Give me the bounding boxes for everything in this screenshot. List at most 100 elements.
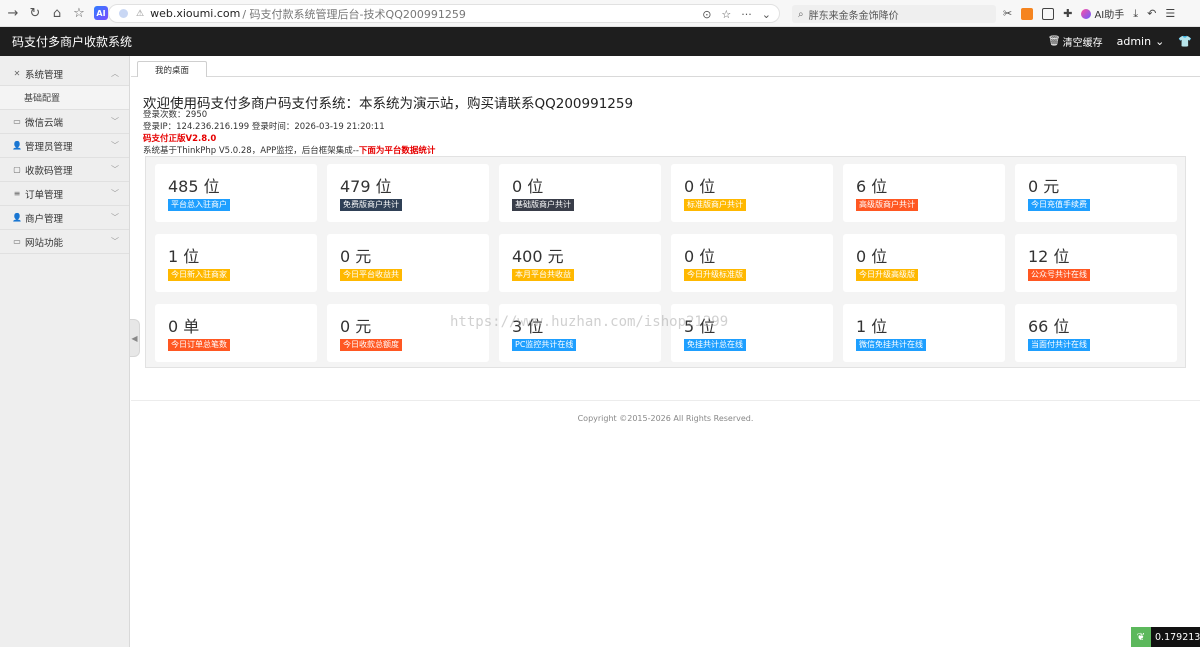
debug-timer[interactable]: ❦ 0.179213s [1131, 627, 1200, 647]
theme-shirt-icon[interactable]: 👕 [1178, 35, 1192, 48]
dropdown-chevron-icon[interactable]: ⌄ [762, 8, 771, 21]
sidebar-collapse-handle[interactable]: ◀ [130, 319, 140, 357]
fox-extension-icon[interactable] [1021, 7, 1034, 20]
timer-value: 0.179213s [1155, 631, 1200, 643]
sidebar-item-label: 收款码管理 [25, 165, 73, 177]
chevron-down-icon: ﹀ [111, 117, 119, 126]
location-icon[interactable]: ⊙ [702, 8, 711, 21]
stat-label-badge: PC监控共计在线 [512, 339, 577, 351]
framework-prefix: 系统基于ThinkPhp V5.0.28，APP监控，后台框架集成-- [143, 146, 359, 156]
welcome-heading: 欢迎使用码支付多商户码支付系统：本系统为演示站，购买请联系QQ200991259 [143, 96, 634, 112]
stat-card: 0 元今日收款总额度 [327, 304, 489, 362]
stat-card: 0 位标准版商户共计 [671, 164, 833, 222]
sidebar-item-orders[interactable]: ≡ 订单管理 ﹀ [0, 182, 129, 206]
sidebar-item-site-functions[interactable]: ▭ 网站功能 ﹀ [0, 230, 129, 254]
sidebar-item-label: 微信云端 [25, 117, 64, 129]
home-icon[interactable]: ⌂ [48, 4, 66, 22]
user-menu[interactable]: admin ⌄ [1117, 35, 1165, 48]
stat-value: 0 元 [1028, 177, 1060, 196]
tab-strip: 我的桌面 [131, 56, 1200, 77]
stat-value: 1 位 [856, 317, 888, 336]
stat-label-badge: 今日升级高级版 [856, 269, 918, 281]
sidebar-item-qrcode[interactable]: ▢ 收款码管理 ﹀ [0, 158, 129, 182]
stat-label-badge: 公众号共计在线 [1028, 269, 1090, 281]
bookmark-star-icon[interactable]: ☆ [721, 8, 731, 21]
window-extension-icon[interactable] [1042, 7, 1055, 20]
favorites-star-icon[interactable]: ☆ [70, 4, 88, 22]
chevron-left-icon: ◀ [131, 333, 138, 343]
ai-icon[interactable]: AI [94, 6, 108, 20]
sidebar-subitem-basic-config[interactable]: 基础配置 [0, 86, 129, 110]
security-icon[interactable]: ⚠ [136, 9, 144, 19]
ai-helper-button[interactable]: AI助手 [1081, 6, 1124, 21]
sidebar-item-label: 管理员管理 [25, 141, 73, 153]
stat-value: 0 元 [340, 317, 372, 336]
login-count: 登录次数：2950 [143, 110, 208, 120]
url-path: / 码支付款系统管理后台-技术QQ200991259 [242, 7, 466, 21]
window-icon: ▭ [13, 117, 21, 126]
stat-label-badge: 今日收款总额度 [340, 339, 402, 351]
sidebar-item-admin[interactable]: 👤 管理员管理 ﹀ [0, 134, 129, 158]
scissors-icon[interactable]: ✂ [1003, 7, 1012, 20]
chevron-down-icon: ⌄ [1155, 35, 1165, 48]
stat-value: 0 元 [340, 247, 372, 266]
clear-cache-button[interactable]: 🗑 清空缓存 [1048, 34, 1103, 49]
stat-value: 0 位 [512, 177, 544, 196]
chevron-down-icon: ﹀ [111, 213, 119, 222]
stat-label-badge: 标准版商户共计 [684, 199, 746, 211]
leaf-icon: ❦ [1131, 627, 1151, 647]
user-name: admin [1116, 35, 1152, 48]
stat-label-badge: 免挂共计总在线 [684, 339, 746, 351]
stat-card: 400 元本月平台共收益 [499, 234, 661, 292]
sidebar-item-merchants[interactable]: 👤 商户管理 ﹀ [0, 206, 129, 230]
sidebar-item-label: 网站功能 [25, 237, 64, 249]
stat-label-badge: 免费版商户共计 [340, 199, 402, 211]
stat-label-badge: 今日平台收益共 [340, 269, 402, 281]
address-bar[interactable]: ⚠ web.xioumi.com / 码支付款系统管理后台-技术QQ200991… [108, 4, 780, 23]
chevron-down-icon: ﹀ [111, 165, 119, 174]
login-ip: 登录IP：124.236.216.199 登录时间：2026-03-19 21:… [143, 122, 385, 132]
chevron-down-icon: ﹀ [111, 141, 119, 150]
site-favicon-icon [119, 9, 128, 18]
sidebar-item-label: 基础配置 [24, 94, 61, 104]
clear-cache-label: 清空缓存 [1062, 38, 1103, 49]
stat-value: 5 位 [684, 317, 716, 336]
copyright: Copyright ©2015-2026 All Rights Reserved… [577, 414, 754, 423]
download-icon[interactable]: ⤓ [1133, 7, 1138, 21]
stats-panel: 485 位平台总入驻商户 479 位免费版商户共计 0 位基础版商户共计 0 位标准版… [145, 156, 1186, 368]
stat-card: 1 位今日新入驻商家 [155, 234, 317, 292]
stat-card: 0 元今日平台收益共 [327, 234, 489, 292]
stat-value: 400 元 [512, 247, 564, 266]
back-arrow-icon[interactable]: → [4, 4, 22, 22]
footer-divider [131, 400, 1200, 401]
stat-card: 3 位 PC监控共计在线 [499, 304, 661, 362]
stat-value: 3 位 [512, 317, 544, 336]
stat-value: 0 位 [684, 247, 716, 266]
stat-label-badge: 平台总入驻商户 [168, 199, 230, 211]
more-icon[interactable]: ··· [741, 8, 752, 21]
chevron-down-icon: ﹀ [111, 237, 119, 246]
stat-label-badge: 今日订单总笔数 [168, 339, 230, 351]
sidebar-item-wechat-cloud[interactable]: ▭ 微信云端 ﹀ [0, 110, 129, 134]
chevron-up-icon: ︿ [111, 69, 119, 78]
stat-label-badge: 本月平台共收益 [512, 269, 574, 281]
user-icon: 👤 [12, 141, 22, 150]
stat-value: 66 位 [1028, 317, 1070, 336]
stat-value: 0 单 [168, 317, 200, 336]
undo-icon[interactable]: ↶ [1147, 7, 1156, 20]
puzzle-icon[interactable]: ✚ [1063, 7, 1072, 20]
trash-icon: 🗑 [1047, 36, 1061, 47]
stat-card: 0 单今日订单总笔数 [155, 304, 317, 362]
sidebar-item-label: 订单管理 [25, 189, 64, 201]
sidebar-item-label: 系统管理 [25, 69, 64, 81]
reload-icon[interactable]: ↻ [26, 4, 44, 22]
stat-value: 0 位 [856, 247, 888, 266]
browser-search-input[interactable]: ⌕ 胖东来金条金饰降价 [792, 5, 996, 23]
menu-icon[interactable]: ☰ [1165, 7, 1175, 20]
tab-my-desktop[interactable]: 我的桌面 [137, 61, 207, 77]
browser-toolbar: → ↻ ⌂ ☆ AI ⚠ web.xioumi.com / 码支付款系统管理后台… [0, 0, 1200, 27]
stat-card: 6 位高级版商户共计 [843, 164, 1005, 222]
stat-label-badge: 当面付共计在线 [1028, 339, 1090, 351]
sidebar-item-system[interactable]: ✕ 系统管理 ︿ [0, 62, 129, 86]
app-header: 码支付多商户收款系统 🗑 清空缓存 admin ⌄ 👕 [0, 27, 1200, 56]
